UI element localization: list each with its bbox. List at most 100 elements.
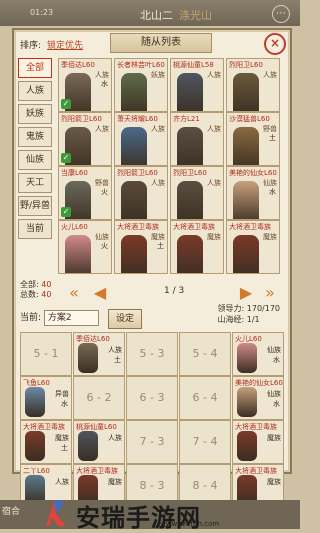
slot-position-label: 6 - 3: [139, 391, 165, 404]
follower-race: 人族: [95, 125, 109, 133]
corner-label[interactable]: 宿合: [2, 504, 20, 517]
follower-card[interactable]: 沙漠猛兽L60 野兽土: [226, 112, 280, 166]
follower-card[interactable]: 大将酒卫毒族 魔族土: [114, 220, 168, 274]
slot-race: 魔族: [267, 434, 281, 442]
filter-tab[interactable]: 妖族: [18, 104, 52, 124]
filter-tab[interactable]: 当前: [18, 219, 52, 239]
formation-slot[interactable]: 6 - 2: [73, 376, 125, 420]
character-portrait-icon: [237, 387, 257, 417]
formation-slot[interactable]: 6 - 3: [126, 376, 178, 420]
page-indicator: 1 / 3: [164, 286, 185, 296]
formation-slot[interactable]: 美艳的仙女L60 仙族水: [232, 376, 284, 420]
location-title: 北山二 涤光山: [140, 7, 212, 23]
close-icon[interactable]: ×: [264, 33, 286, 55]
slot-position-label: 5 - 4: [192, 347, 218, 360]
formation-slot[interactable]: 5 - 4: [179, 332, 231, 376]
mountain-label: 山海经:: [217, 315, 245, 324]
follower-name: 大将酒卫毒族: [229, 223, 271, 231]
follower-race: 人族: [207, 125, 221, 133]
slot-race: 魔族: [108, 478, 122, 486]
leadership-label: 领导力:: [217, 304, 245, 313]
formation-slot[interactable]: 季佰达L60 人族土: [73, 332, 125, 376]
slot-race: 魔族: [267, 478, 281, 486]
first-page-button[interactable]: «: [64, 283, 84, 303]
leadership-block: 领导力: 170/170 山海经: 1/1: [218, 303, 280, 325]
character-portrait-icon: [78, 343, 98, 373]
slot-race: 魔族: [55, 434, 69, 442]
character-portrait-icon: [177, 73, 203, 111]
set-button[interactable]: 设定: [108, 309, 142, 329]
slot-name: 大将酒卫毒族: [235, 467, 277, 475]
follower-card[interactable]: 当康L60 野兽火 ✓: [58, 166, 112, 220]
slot-position-label: 7 - 4: [192, 435, 218, 448]
pager: « ◀ 1 / 3 ▶ »: [64, 282, 284, 304]
follower-card[interactable]: 烈阳卫L60 人族: [226, 58, 280, 112]
formation-slot[interactable]: 火儿L60 仙族水: [232, 332, 284, 376]
filter-tab[interactable]: 天工: [18, 173, 52, 193]
follower-card[interactable]: 桃源仙童L58 人族: [170, 58, 224, 112]
slot-position-label: 6 - 2: [86, 391, 112, 404]
lock-priority-link[interactable]: 锁定优先: [47, 41, 83, 51]
slot-race: 异兽: [55, 390, 69, 398]
filter-tab[interactable]: 全部: [18, 58, 52, 78]
formation-slot[interactable]: 大将酒卫毒族 魔族: [232, 420, 284, 464]
follower-name: 烈阳卫L60: [229, 61, 263, 69]
checked-icon: ✓: [61, 99, 71, 109]
slot-element: 水: [61, 400, 68, 408]
filter-tab[interactable]: 人族: [18, 81, 52, 101]
follower-race: 人族: [263, 71, 277, 79]
slot-position-label: 5 - 3: [139, 347, 165, 360]
follower-card[interactable]: 齐方L21 人族: [170, 112, 224, 166]
leadership-value: 170/170: [246, 304, 280, 313]
formation-slot[interactable]: 飞鱼L60 异兽水: [20, 376, 72, 420]
formation-slot[interactable]: 7 - 4: [179, 420, 231, 464]
character-portrait-icon: [177, 127, 203, 165]
more-icon[interactable]: ⋯: [272, 5, 290, 23]
follower-card[interactable]: 烈阳箭卫L60 人族 ✓: [58, 112, 112, 166]
character-portrait-icon: [233, 127, 259, 165]
character-portrait-icon: [233, 73, 259, 111]
character-portrait-icon: [121, 127, 147, 165]
last-page-button[interactable]: »: [260, 283, 280, 303]
follower-card[interactable]: 大将酒卫毒族 魔族: [226, 220, 280, 274]
filter-tab[interactable]: 野/异兽: [18, 196, 52, 216]
follower-card[interactable]: 萧天将耀L60 人族: [114, 112, 168, 166]
follower-card[interactable]: 烈阳卫L60 人族: [170, 166, 224, 220]
follower-card[interactable]: 美艳的仙女L60 仙族水: [226, 166, 280, 220]
stats-block: 全部: 40 总数: 40: [20, 280, 51, 300]
follower-card[interactable]: 烈阳箭卫L60 人族: [114, 166, 168, 220]
formation-slot[interactable]: 6 - 4: [179, 376, 231, 420]
character-portrait-icon: [25, 431, 45, 461]
filter-tab[interactable]: 鬼族: [18, 127, 52, 147]
total-label: 总数:: [20, 290, 39, 299]
follower-name: 桃源仙童L58: [173, 61, 214, 69]
location-name: 北山二: [140, 9, 173, 22]
follower-name: 火儿L60: [61, 223, 88, 231]
follower-panel: 排序: 锁定优先 随从列表 × 全部 人族 妖族 鬼族 仙族 天工 野/异兽 当前 季佰达L60…: [12, 28, 292, 508]
follower-name: 当康L60: [61, 169, 88, 177]
follower-race: 人族: [207, 179, 221, 187]
slot-race: 仙族: [267, 390, 281, 398]
formation-slot[interactable]: 大将酒卫毒族 魔族土: [20, 420, 72, 464]
scheme-input[interactable]: 方案2: [43, 310, 99, 326]
slot-position-label: 6 - 4: [192, 391, 218, 404]
follower-card[interactable]: 火儿L60 仙族火: [58, 220, 112, 274]
all-count: 40: [41, 280, 52, 289]
follower-card[interactable]: 大将酒卫毒族 魔族: [170, 220, 224, 274]
checked-icon: ✓: [61, 153, 71, 163]
slot-element: 水: [273, 400, 280, 408]
follower-race: 人族: [151, 179, 165, 187]
panel-title: 随从列表: [110, 33, 212, 53]
character-portrait-icon: [237, 343, 257, 373]
formation-slot[interactable]: 5 - 1: [20, 332, 72, 376]
formation-slot[interactable]: 5 - 3: [126, 332, 178, 376]
prev-page-button[interactable]: ◀: [90, 283, 110, 303]
follower-card[interactable]: 长者林芸叶L60 妖族: [114, 58, 168, 112]
follower-card[interactable]: 季佰达L60 人族水 ✓: [58, 58, 112, 112]
follower-name: 长者林芸叶L60: [117, 61, 165, 69]
slot-element: 土: [114, 356, 121, 364]
filter-tab[interactable]: 仙族: [18, 150, 52, 170]
next-page-button[interactable]: ▶: [236, 283, 256, 303]
formation-slot[interactable]: 桃源仙童L60 人族: [73, 420, 125, 464]
formation-slot[interactable]: 7 - 3: [126, 420, 178, 464]
